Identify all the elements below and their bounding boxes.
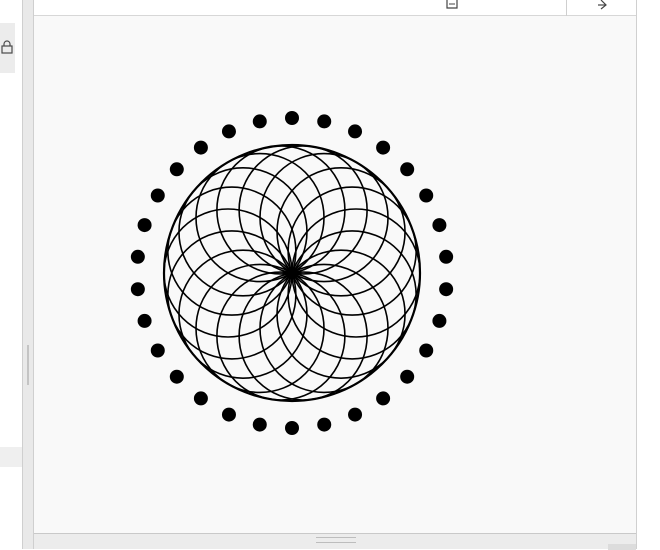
right-panel-edge	[636, 0, 660, 549]
panel-splitter[interactable]	[22, 0, 34, 549]
spirograph-dot	[439, 282, 454, 297]
spirograph-dot	[285, 421, 299, 435]
spirograph-dot	[400, 162, 415, 177]
left-panel-selection-band	[0, 447, 22, 467]
spirograph-dot	[376, 391, 391, 406]
spirograph-dot	[193, 140, 208, 155]
spirograph-dot	[432, 313, 447, 328]
left-panel	[0, 0, 22, 549]
plot-toolbar	[34, 0, 636, 16]
spirograph-dot	[221, 124, 236, 139]
spirograph-dot	[252, 114, 267, 129]
spirograph-dot	[221, 407, 236, 422]
spirograph-dot	[137, 218, 152, 233]
splitter-grip[interactable]	[27, 345, 29, 385]
spirograph-dot	[285, 111, 299, 125]
spirograph-dot	[169, 369, 184, 384]
spirograph-dot	[348, 407, 363, 422]
spirograph-dot	[169, 162, 184, 177]
lock-button[interactable]	[0, 23, 15, 73]
spirograph-dot	[130, 282, 145, 297]
lock-icon	[1, 40, 13, 54]
toolbar-separator	[566, 0, 567, 16]
spirograph-dot	[130, 249, 145, 264]
spirograph-dot	[348, 124, 363, 139]
spirograph-dot	[150, 343, 165, 358]
spirograph-dot	[419, 343, 434, 358]
spirograph-dot	[400, 369, 415, 384]
spirograph-plot	[130, 111, 454, 435]
bottom-splitter[interactable]	[34, 533, 636, 550]
spirograph-dot	[317, 417, 332, 432]
bottom-splitter-grip[interactable]	[316, 537, 356, 543]
spirograph-dot	[317, 114, 332, 129]
spirograph-dot	[193, 391, 208, 406]
spirograph-dot	[439, 249, 454, 264]
save-icon[interactable]	[444, 0, 460, 10]
resize-corner[interactable]	[608, 544, 636, 550]
spirograph-dot	[432, 218, 447, 233]
spirograph-dot	[419, 188, 434, 203]
spirograph-center	[286, 267, 298, 279]
spirograph-dot	[252, 417, 267, 432]
plot-canvas	[34, 16, 636, 533]
spirograph-dot	[150, 188, 165, 203]
spirograph-dot	[376, 140, 391, 155]
export-icon[interactable]	[596, 0, 612, 10]
spirograph-dot	[137, 313, 152, 328]
